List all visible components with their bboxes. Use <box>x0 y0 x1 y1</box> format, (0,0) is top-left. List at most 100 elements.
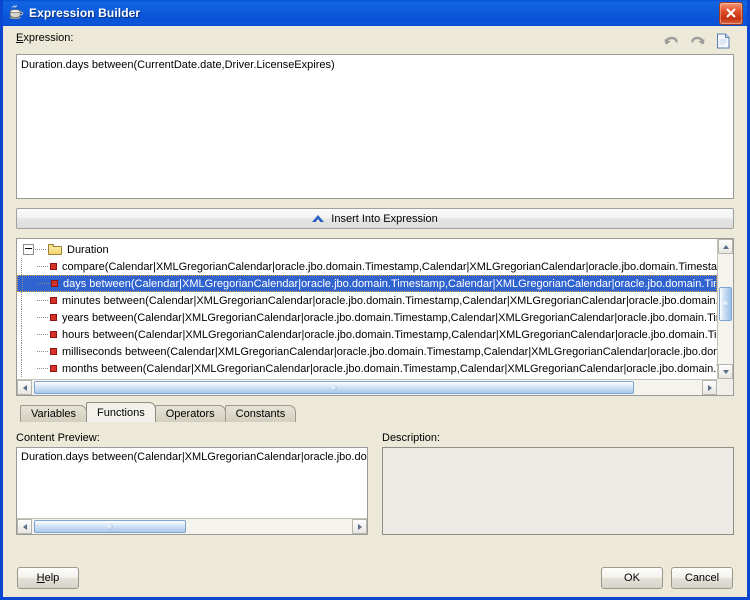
undo-icon[interactable] <box>663 32 680 49</box>
help-label-mnemonic: H <box>36 572 45 584</box>
arrow-right-icon <box>707 384 712 391</box>
tree-connector <box>37 317 48 318</box>
tree-expander-icon[interactable] <box>23 244 34 255</box>
insert-into-expression-button[interactable]: Insert Into Expression <box>16 208 734 229</box>
function-leaf-icon <box>50 314 57 321</box>
tree-item-row[interactable]: minutes between(Calendar|XMLGregorianCal… <box>17 292 717 309</box>
tab-label: Functions <box>97 406 145 419</box>
tree-item-row[interactable]: milliseconds between(Calendar|XMLGregori… <box>17 343 717 360</box>
tab-label: Constants <box>235 408 286 420</box>
category-tabs: Variables Functions Operators Constants <box>20 402 747 422</box>
insert-into-expression-label: Insert Into Expression <box>331 212 438 225</box>
preview-horizontal-scrollbar[interactable] <box>17 518 367 534</box>
scroll-grip-icon <box>722 301 729 307</box>
tree-connector <box>37 334 48 335</box>
chevron-up-icon <box>312 214 325 223</box>
function-leaf-icon <box>50 263 57 270</box>
tree-item-row[interactable]: compare(Calendar|XMLGregorianCalendar|or… <box>17 258 717 275</box>
tree-horizontal-scroll-thumb[interactable] <box>34 381 634 394</box>
content-preview-box[interactable]: Duration.days between(Calendar|XMLGregor… <box>16 447 368 535</box>
tab-label: Operators <box>165 408 215 420</box>
tab-constants[interactable]: Constants <box>224 405 297 422</box>
tree-item-label: hours between(Calendar|XMLGregorianCalen… <box>62 328 717 341</box>
scroll-grip-icon <box>107 523 113 530</box>
tree-item-row[interactable]: days between(Calendar|XMLGregorianCalend… <box>17 275 717 292</box>
tree-item-row[interactable]: hours between(Calendar|XMLGregorianCalen… <box>17 326 717 343</box>
function-leaf-icon <box>51 280 58 287</box>
tree-item-row[interactable]: years between(Calendar|XMLGregorianCalen… <box>17 309 717 326</box>
arrow-right-icon <box>357 523 362 530</box>
redo-icon[interactable] <box>689 32 706 49</box>
tab-label: Variables <box>31 408 77 420</box>
tree-scroll-right-button[interactable] <box>702 380 717 395</box>
tab-variables[interactable]: Variables <box>20 405 88 422</box>
expression-toolbar <box>663 32 734 49</box>
functions-tree-rows: Duration compare(Calendar|XMLGregorianCal… <box>17 239 717 377</box>
tree-scroll-left-button[interactable] <box>17 380 32 395</box>
tree-item-label: days between(Calendar|XMLGregorianCalend… <box>63 277 716 290</box>
tree-item-label: years between(Calendar|XMLGregorianCalen… <box>62 311 717 324</box>
tree-connector <box>21 258 22 275</box>
arrow-up-icon <box>722 244 729 249</box>
scroll-grip-icon <box>331 384 337 391</box>
description-box <box>382 447 734 535</box>
cancel-button[interactable]: Cancel <box>671 567 733 589</box>
description-panel: Description: <box>382 432 734 535</box>
content-preview-label: Content Preview: <box>16 432 100 444</box>
tree-root-row[interactable]: Duration <box>17 241 717 258</box>
scrollbar-corner <box>717 379 733 395</box>
preview-scroll-left-button[interactable] <box>17 519 32 534</box>
arrow-left-icon <box>22 384 27 391</box>
tree-vertical-scrollbar[interactable] <box>717 239 733 379</box>
preview-horizontal-scroll-thumb[interactable] <box>34 520 186 533</box>
title-bar: Expression Builder <box>3 0 747 26</box>
tree-connector <box>21 360 22 377</box>
tree-item-label: compare(Calendar|XMLGregorianCalendar|or… <box>62 260 717 273</box>
tree-connector <box>21 292 22 309</box>
expression-value: Duration.days between(CurrentDate.date,D… <box>21 59 335 71</box>
dialog-footer: Help OK Cancel <box>3 559 747 597</box>
tree-item-row[interactable]: months between(Calendar|XMLGregorianCale… <box>17 360 717 377</box>
expression-section: Expression: Duration.days between(Curren… <box>3 26 747 199</box>
tree-connector <box>35 249 46 250</box>
help-button[interactable]: Help <box>17 567 79 589</box>
tree-item-label: months between(Calendar|XMLGregorianCale… <box>62 362 717 375</box>
function-leaf-icon <box>50 297 57 304</box>
expression-header: Expression: <box>16 32 734 54</box>
java-coffee-cup-icon <box>8 5 24 21</box>
tab-operators[interactable]: Operators <box>154 405 226 422</box>
tree-scroll-up-button[interactable] <box>718 239 733 254</box>
functions-tree[interactable]: Duration compare(Calendar|XMLGregorianCal… <box>17 239 717 379</box>
arrow-down-icon <box>722 369 729 374</box>
description-label: Description: <box>382 432 441 444</box>
tree-connector <box>21 309 22 326</box>
tree-vertical-scroll-thumb[interactable] <box>719 287 732 321</box>
functions-tree-panel: Duration compare(Calendar|XMLGregorianCal… <box>16 238 734 396</box>
ok-button[interactable]: OK <box>601 567 663 589</box>
expression-label-rest: xpression: <box>23 32 74 44</box>
expression-builder-dialog: Expression Builder Expression: Duration.… <box>0 0 750 600</box>
window-title: Expression Builder <box>29 6 141 20</box>
arrow-left-icon <box>22 523 27 530</box>
tree-item-label: milliseconds between(Calendar|XMLGregori… <box>62 345 717 358</box>
tree-connector <box>22 276 23 291</box>
folder-icon <box>48 243 63 256</box>
tree-connector <box>38 283 49 284</box>
bottom-panels: Content Preview: Duration.days between(C… <box>3 422 747 535</box>
expression-textarea[interactable]: Duration.days between(CurrentDate.date,D… <box>16 54 734 199</box>
content-preview-value: Duration.days between(Calendar|XMLGregor… <box>21 451 367 463</box>
new-document-icon[interactable] <box>715 32 732 49</box>
preview-scroll-right-button[interactable] <box>352 519 367 534</box>
function-leaf-icon <box>50 365 57 372</box>
tree-horizontal-scrollbar[interactable] <box>17 379 717 395</box>
tree-connector <box>37 368 48 369</box>
close-button[interactable] <box>719 1 743 25</box>
tree-scroll-down-button[interactable] <box>718 364 733 379</box>
content-preview-panel: Content Preview: Duration.days between(C… <box>16 432 368 535</box>
expression-label: Expression: <box>16 32 73 44</box>
tab-functions[interactable]: Functions <box>86 402 156 422</box>
function-leaf-icon <box>50 331 57 338</box>
insert-row: Insert Into Expression <box>3 199 747 229</box>
tree-connector <box>37 266 48 267</box>
tree-connector <box>21 326 22 343</box>
